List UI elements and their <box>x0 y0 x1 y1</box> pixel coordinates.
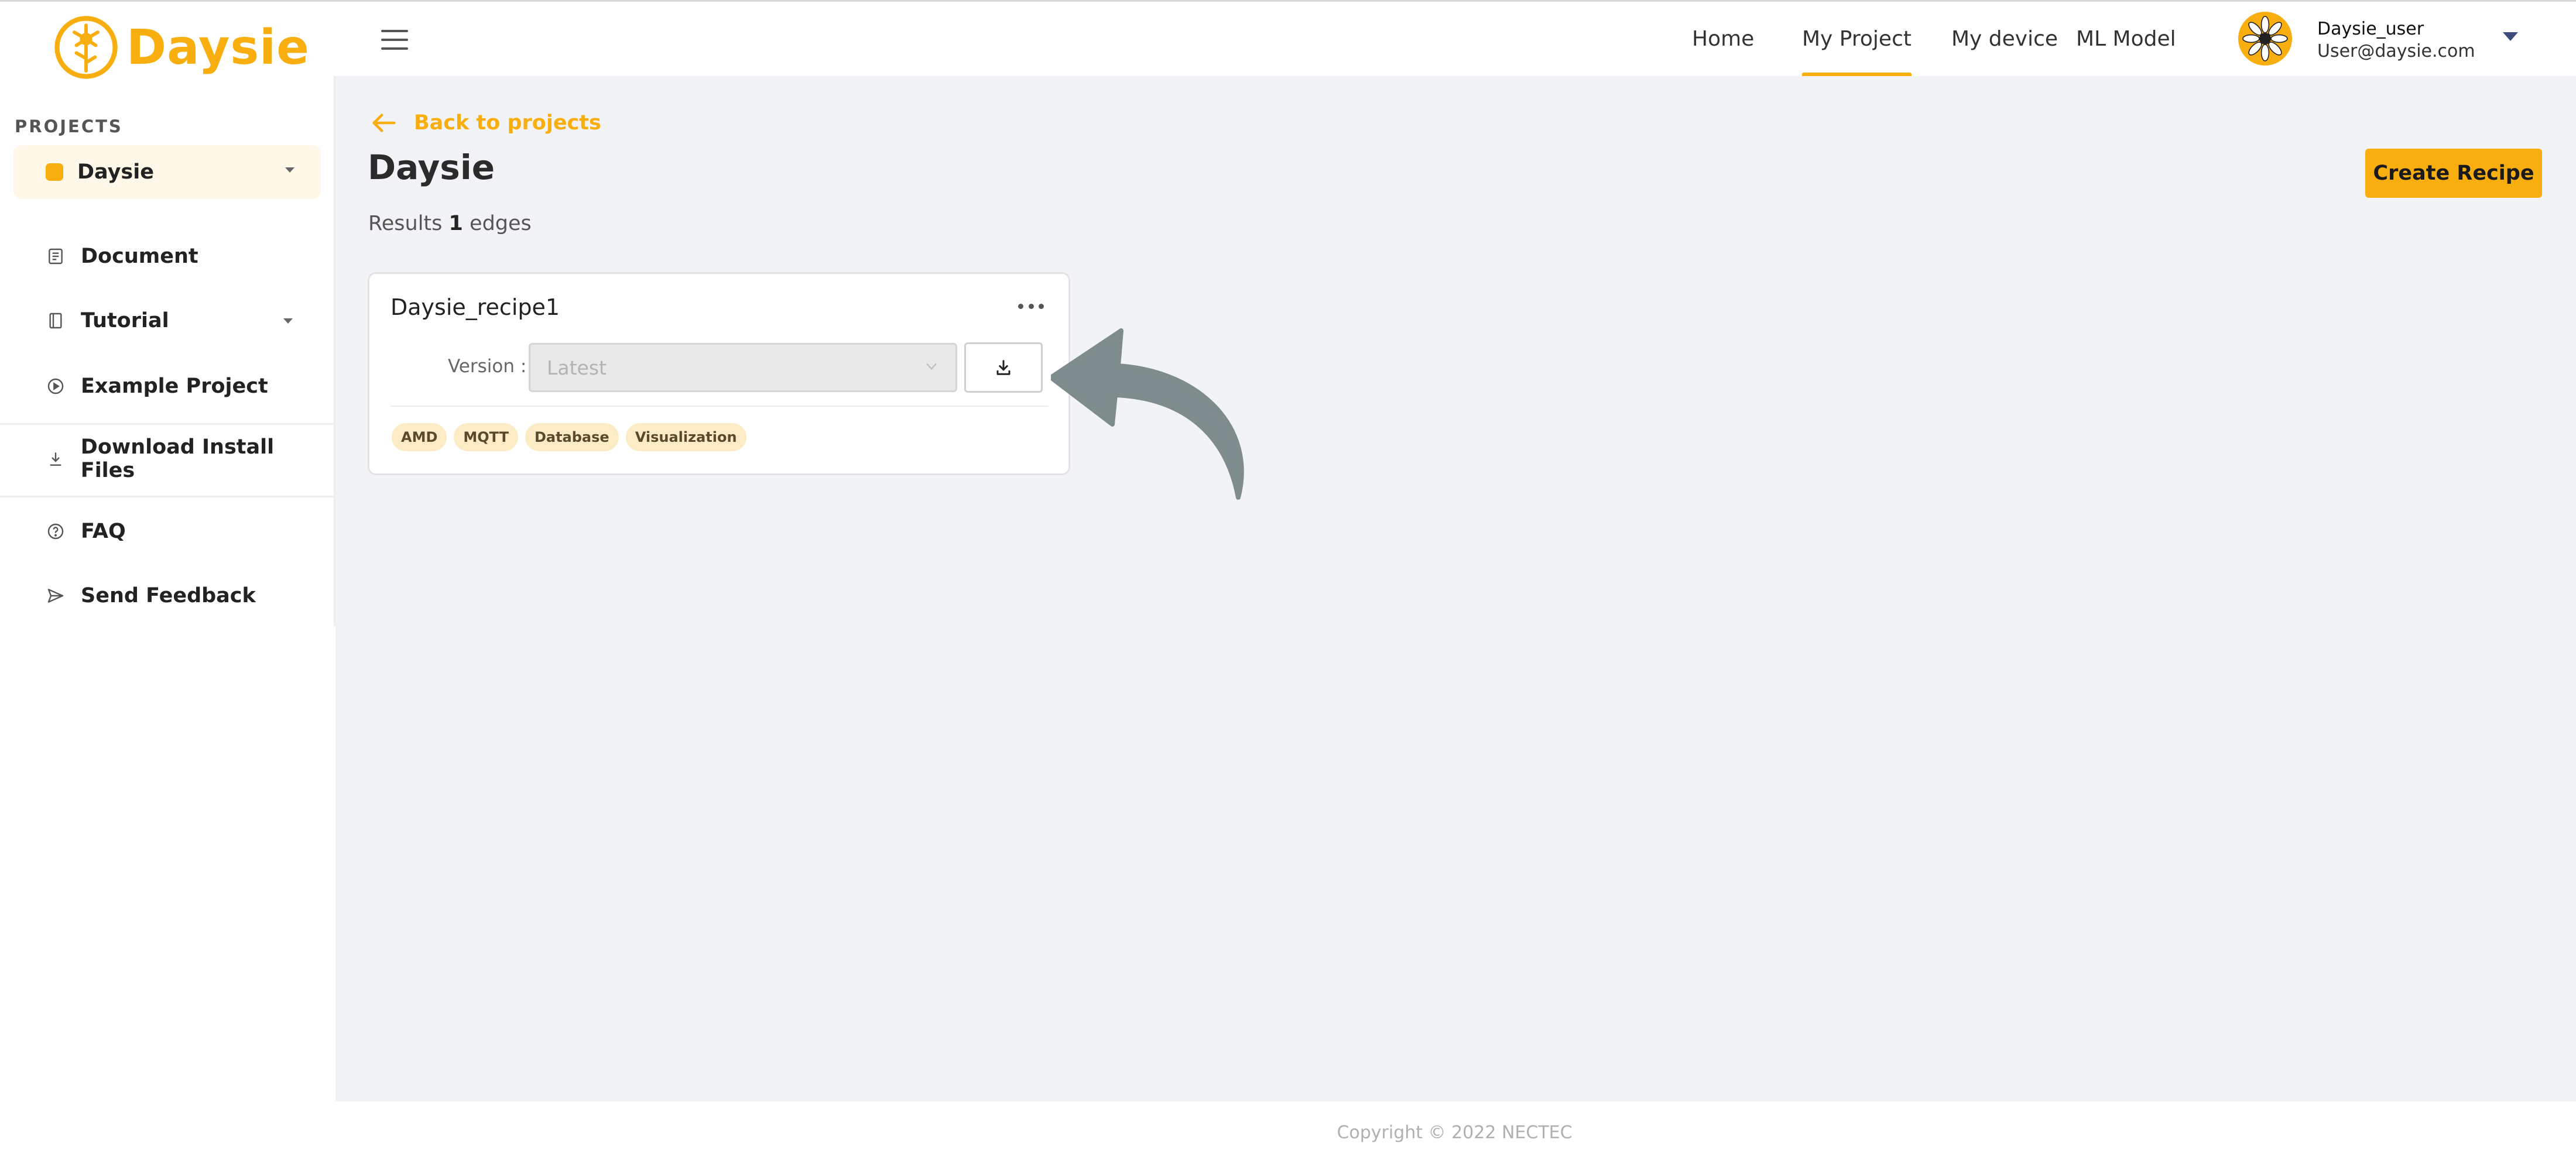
download-recipe-button[interactable] <box>964 342 1043 393</box>
sidebar-item-faq[interactable]: FAQ <box>0 508 334 555</box>
sidebar-item-label: Document <box>81 245 198 268</box>
nav-home[interactable]: Home <box>1692 2 1754 76</box>
menu-icon[interactable] <box>381 30 408 50</box>
main-content: Back to projects Daysie Results 1 edges … <box>335 76 2576 1101</box>
sidebar-item-document[interactable]: Document <box>0 233 334 280</box>
page-title: Daysie <box>368 147 495 187</box>
sidebar-item-send-feedback[interactable]: Send Feedback <box>0 572 334 619</box>
nav-home-label: Home <box>1692 27 1755 51</box>
back-to-projects-link[interactable]: Back to projects <box>371 111 601 135</box>
project-selector[interactable]: Daysie <box>13 145 321 199</box>
sidebar-item-label: Send Feedback <box>81 584 256 607</box>
sidebar-item-example-project[interactable]: Example Project <box>0 363 334 410</box>
projects-section-label: PROJECTS <box>15 116 123 136</box>
sidebar-item-download-install-files[interactable]: Download Install Files <box>0 435 334 482</box>
arrow-left-icon <box>372 114 396 132</box>
nav-my-device-label: My device <box>1951 27 2058 51</box>
results-prefix: Results <box>368 212 443 235</box>
app-logo[interactable]: Daysie <box>52 12 310 83</box>
nav-my-project-label: My Project <box>1802 27 1912 51</box>
sidebar-item-label: Example Project <box>81 375 268 398</box>
app-name: Daysie <box>126 19 310 75</box>
user-email: User@daysie.com <box>2317 41 2475 61</box>
caret-down-icon <box>285 167 294 173</box>
tag-visualization: Visualization <box>625 423 746 451</box>
send-icon <box>46 586 66 606</box>
sidebar: Daysie PROJECTS Daysie Document Tutorial… <box>0 2 335 1164</box>
daisy-flower-icon <box>2242 16 2288 61</box>
tag-database: Database <box>525 423 619 451</box>
project-selector-label: Daysie <box>77 160 154 184</box>
results-count: 1 <box>448 212 463 235</box>
user-menu-caret-icon[interactable] <box>2503 32 2518 41</box>
sidebar-item-label: FAQ <box>81 520 126 543</box>
back-link-label: Back to projects <box>414 111 601 135</box>
sidebar-item-tutorial[interactable]: Tutorial <box>0 297 334 344</box>
project-color-dot <box>46 163 63 181</box>
sidebar-divider <box>0 423 334 425</box>
nav-my-device[interactable]: My device <box>1951 2 2058 76</box>
book-icon <box>46 311 66 331</box>
annotation-arrow <box>1051 328 1244 500</box>
more-options-icon[interactable] <box>1018 302 1044 310</box>
download-icon <box>996 360 1010 375</box>
help-circle-icon <box>46 521 66 541</box>
nav-ml-model[interactable]: ML Model <box>2076 2 2176 76</box>
tag-amd: AMD <box>392 423 447 451</box>
recipe-tags: AMD MQTT Database Visualization <box>392 423 753 451</box>
user-avatar[interactable] <box>2238 12 2292 66</box>
card-divider <box>390 406 1049 407</box>
version-label: Version : <box>448 356 527 377</box>
recipe-card: Daysie_recipe1 Version : Latest AMD MQTT… <box>368 272 1070 475</box>
user-name: Daysie_user <box>2317 19 2424 39</box>
nav-my-project[interactable]: My Project <box>1802 2 1912 78</box>
footer-copyright: Copyright © 2022 NECTEC <box>1337 1122 1573 1143</box>
sidebar-item-label: Download Install Files <box>80 435 275 482</box>
caret-down-icon <box>283 318 293 324</box>
results-summary: Results 1 edges <box>368 212 532 235</box>
nav-ml-model-label: ML Model <box>2076 27 2176 51</box>
tag-mqtt: MQTT <box>454 423 518 451</box>
create-recipe-button[interactable]: Create Recipe <box>2365 149 2542 198</box>
sidebar-item-label: Tutorial <box>81 309 169 332</box>
version-select[interactable]: Latest <box>529 343 957 392</box>
recipe-title: Daysie_recipe1 <box>390 294 560 320</box>
sidebar-divider <box>0 496 334 497</box>
play-circle-icon <box>46 376 66 396</box>
download-icon <box>46 449 66 469</box>
results-suffix: edges <box>470 212 532 235</box>
chevron-down-icon <box>926 363 937 370</box>
daysie-logo-icon <box>54 16 118 79</box>
version-select-value: Latest <box>547 356 607 379</box>
document-icon <box>46 246 66 266</box>
